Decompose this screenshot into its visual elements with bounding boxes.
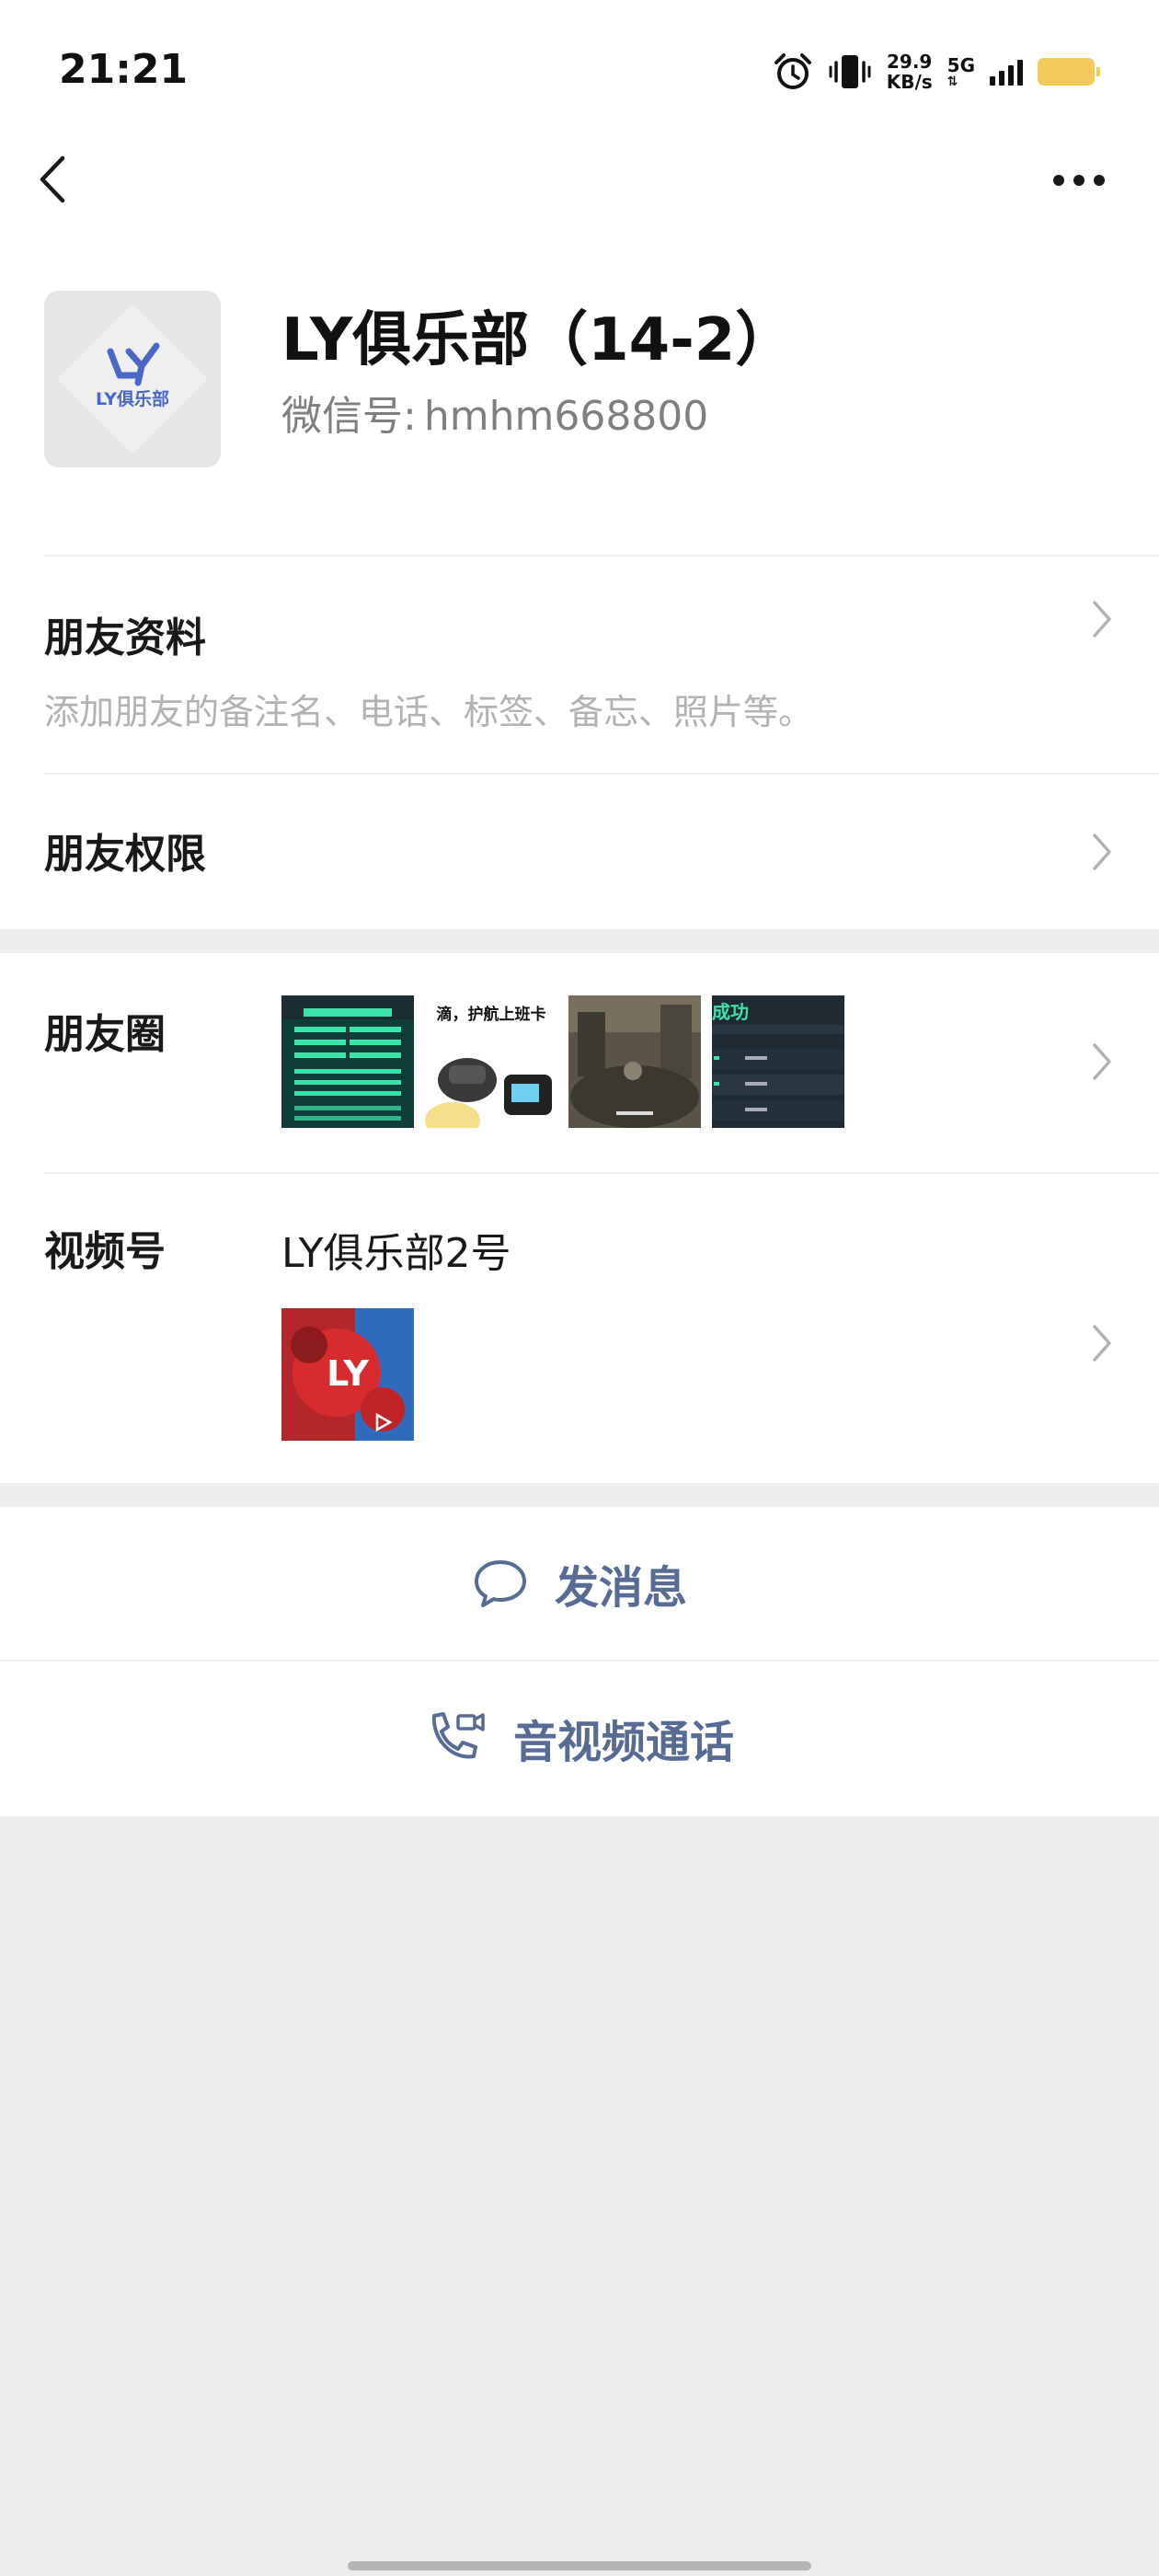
channel-thumb-text: LY	[327, 1353, 369, 1394]
channel-image: LY	[281, 1308, 414, 1441]
moments-thumb[interactable]	[568, 995, 701, 1128]
net-speed-value: 29.9	[887, 51, 933, 73]
friend-info-title: 朋友资料	[44, 615, 206, 661]
channels-title: 视频号	[44, 1228, 166, 1275]
moments-row[interactable]: 朋友圈 滴，护航上班卡 成功	[0, 953, 1159, 1172]
moments-channels-panel: 朋友圈 滴，护航上班卡 成功 视频号 LY俱乐部2号 LY	[0, 953, 1159, 1483]
wechat-id-row: 微信号: hmhm668800	[281, 383, 708, 442]
friend-permissions-row[interactable]: 朋友权限	[0, 775, 1159, 929]
chevron-right-icon	[1093, 834, 1111, 870]
send-message-label: 发消息	[554, 1562, 687, 1614]
network-type: 5G ⇅	[947, 55, 975, 88]
battery-icon	[1038, 58, 1100, 86]
av-call-label: 音视频通话	[512, 1717, 734, 1768]
wechat-id[interactable]: hmhm668800	[424, 393, 708, 440]
channel-name[interactable]: LY俱乐部2号	[281, 1220, 511, 1279]
moments-thumb[interactable]	[281, 995, 414, 1128]
moments-thumb[interactable]: 成功	[712, 995, 844, 1128]
contact-name: LY俱乐部（14-2）	[281, 306, 795, 374]
friend-permissions-title: 朋友权限	[44, 831, 206, 878]
status-icons: 29.9 KB/s 5G ⇅	[773, 46, 1100, 98]
actions-panel: 发消息 音视频通话	[0, 1507, 1159, 1816]
data-arrows-icon: ⇅	[947, 75, 958, 89]
moments-image-2	[425, 1058, 552, 1128]
avatar-text: LY俱乐部	[96, 388, 169, 409]
more-dots-icon	[1053, 175, 1105, 186]
moments-image-3	[568, 995, 701, 1128]
network-label: 5G	[947, 54, 975, 76]
chat-bubble-icon	[474, 1560, 526, 1607]
chevron-right-icon	[1091, 1323, 1113, 1363]
chevron-left-icon	[40, 155, 65, 203]
avatar[interactable]: LY俱乐部	[44, 291, 221, 467]
status-time: 21:21	[59, 46, 189, 93]
chevron-right-icon	[1093, 1043, 1111, 1080]
more-button[interactable]	[1047, 162, 1111, 199]
send-message-button[interactable]: 发消息	[0, 1507, 1159, 1660]
signal-icon	[990, 58, 1023, 86]
back-button[interactable]	[33, 147, 79, 212]
home-indicator[interactable]	[348, 2561, 811, 2570]
channel-thumb[interactable]: LY	[281, 1308, 414, 1441]
av-call-button[interactable]: 音视频通话	[0, 1662, 1159, 1814]
moments-title: 朋友圈	[44, 1011, 166, 1058]
status-bar: 21:21 29.9 KB/s 5G ⇅	[0, 0, 1159, 138]
moments-thumb-caption: 成功	[712, 1001, 749, 1023]
net-speed-unit: KB/s	[886, 71, 933, 93]
friend-info-row[interactable]: 朋友资料 添加朋友的备注名、电话、标签、备忘、照片等。	[0, 557, 1159, 774]
net-speed: 29.9 KB/s	[887, 52, 933, 92]
wechat-id-label: 微信号:	[281, 393, 417, 440]
channels-row[interactable]: 视频号	[0, 1174, 1159, 1483]
avatar-logo: LY俱乐部	[44, 291, 221, 467]
vibrate-icon	[828, 52, 872, 92]
friend-info-subtitle: 添加朋友的备注名、电话、标签、备忘、照片等。	[44, 692, 814, 732]
phone-video-icon	[431, 1712, 485, 1759]
moments-image-1	[281, 995, 414, 1128]
chevron-right-icon	[1093, 601, 1111, 638]
moments-thumb[interactable]: 滴，护航上班卡	[425, 995, 557, 1128]
alarm-icon	[773, 52, 813, 92]
profile-panel: 21:21 29.9 KB/s 5G ⇅ LY俱乐部 LY俱乐部（14-2） 微…	[0, 0, 1159, 929]
